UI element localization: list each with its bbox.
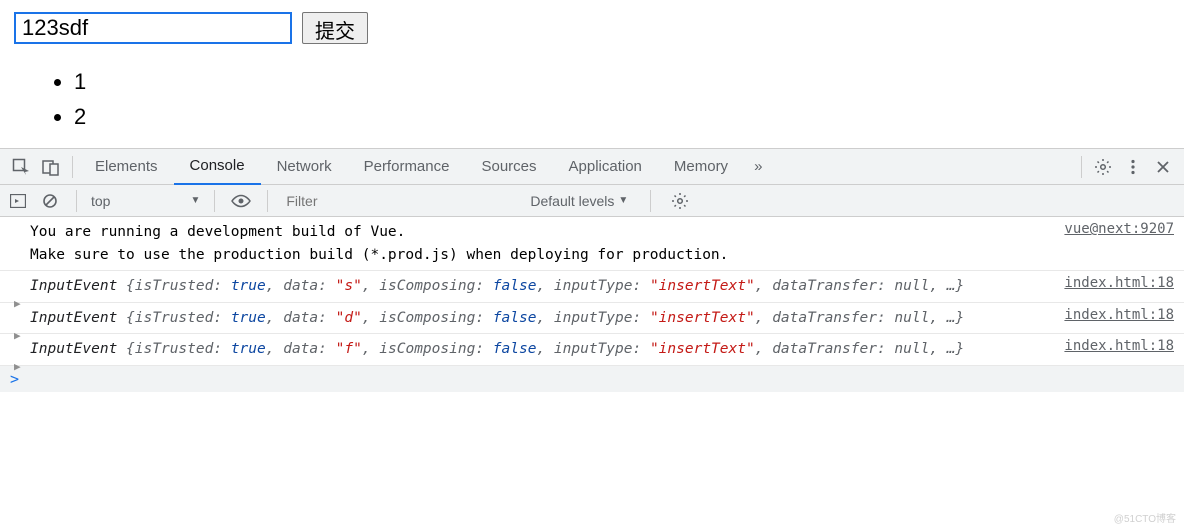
- separator: [267, 190, 268, 212]
- separator: [650, 190, 651, 212]
- console-message: vue@next:9207 You are running a developm…: [0, 217, 1184, 271]
- chevron-down-icon: ▼: [618, 195, 628, 206]
- log-levels-label: Default levels: [530, 193, 614, 209]
- console-output: vue@next:9207 You are running a developm…: [0, 217, 1184, 365]
- list-item: 1: [74, 64, 1170, 99]
- source-link[interactable]: index.html:18: [1064, 336, 1174, 358]
- result-list: 1 2: [14, 64, 1170, 134]
- watermark: @51CTO博客: [1114, 510, 1176, 525]
- console-message: index.html:18 ▶ InputEvent {isTrusted: t…: [0, 271, 1184, 302]
- expand-triangle-icon[interactable]: ▶: [14, 358, 21, 375]
- object-summary[interactable]: InputEvent {isTrusted: true, data: "d", …: [30, 307, 1174, 329]
- tab-memory[interactable]: Memory: [658, 149, 744, 185]
- live-expression-eye-icon[interactable]: [229, 186, 253, 216]
- console-prompt[interactable]: >: [0, 366, 1184, 392]
- submit-button[interactable]: 提交: [302, 12, 368, 44]
- inspect-element-icon[interactable]: [6, 152, 36, 182]
- devtools-panel: Elements Console Network Performance Sou…: [0, 148, 1184, 391]
- message-text: You are running a development build of V…: [30, 224, 728, 262]
- kebab-menu-icon[interactable]: [1118, 152, 1148, 182]
- object-summary[interactable]: InputEvent {isTrusted: true, data: "f", …: [30, 338, 1174, 360]
- chevron-down-icon: ▼: [190, 195, 200, 206]
- separator: [214, 190, 215, 212]
- context-selector[interactable]: top ▼: [91, 193, 200, 209]
- page-content: 提交 1 2: [0, 0, 1184, 148]
- tab-network[interactable]: Network: [261, 149, 348, 185]
- console-message: index.html:18 ▶ InputEvent {isTrusted: t…: [0, 303, 1184, 334]
- log-levels-selector[interactable]: Default levels ▼: [530, 193, 628, 209]
- tab-elements[interactable]: Elements: [79, 149, 174, 185]
- console-message: index.html:18 ▶ InputEvent {isTrusted: t…: [0, 334, 1184, 365]
- more-tabs-button[interactable]: »: [744, 149, 772, 185]
- tab-application[interactable]: Application: [553, 149, 658, 185]
- filter-input[interactable]: [282, 191, 522, 211]
- separator: [76, 190, 77, 212]
- toggle-sidebar-icon[interactable]: [6, 186, 30, 216]
- source-link[interactable]: index.html:18: [1064, 273, 1174, 295]
- separator: [72, 156, 73, 178]
- devtools-tabbar: Elements Console Network Performance Sou…: [0, 149, 1184, 185]
- console-settings-gear-icon[interactable]: [665, 186, 695, 216]
- console-toolbar: top ▼ Default levels ▼: [0, 185, 1184, 217]
- tab-console[interactable]: Console: [174, 149, 261, 185]
- tab-sources[interactable]: Sources: [465, 149, 552, 185]
- list-item: 2: [74, 99, 1170, 134]
- object-summary[interactable]: InputEvent {isTrusted: true, data: "s", …: [30, 275, 1174, 297]
- settings-gear-icon[interactable]: [1088, 152, 1118, 182]
- form-row: 提交: [14, 12, 1170, 44]
- source-link[interactable]: index.html:18: [1064, 305, 1174, 327]
- device-toolbar-icon[interactable]: [36, 152, 66, 182]
- source-link[interactable]: vue@next:9207: [1064, 219, 1174, 241]
- close-devtools-icon[interactable]: [1148, 152, 1178, 182]
- text-input[interactable]: [14, 12, 292, 44]
- clear-console-icon[interactable]: [38, 186, 62, 216]
- separator: [1081, 156, 1082, 178]
- context-label: top: [91, 193, 110, 209]
- tab-performance[interactable]: Performance: [348, 149, 466, 185]
